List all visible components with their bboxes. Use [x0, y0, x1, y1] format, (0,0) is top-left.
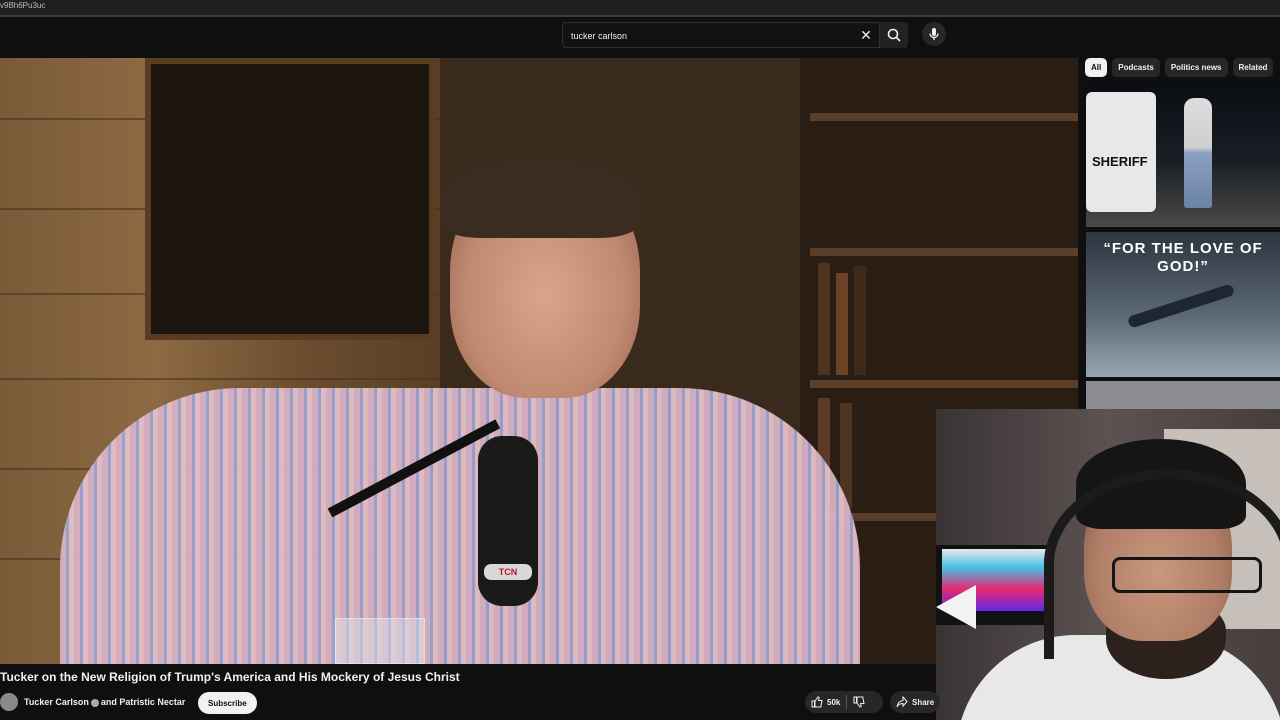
airplane-image	[1126, 283, 1236, 329]
video-player[interactable]: TCN	[0, 58, 1078, 664]
video-title: Tucker on the New Religion of Trump's Am…	[0, 670, 460, 684]
chip-related[interactable]: Related	[1232, 58, 1274, 77]
like-dislike-group: 50k	[805, 691, 883, 713]
presenter-shirt	[60, 388, 860, 664]
thumbs-up-icon	[811, 696, 823, 708]
arrow-shape	[936, 585, 976, 629]
search-icon	[887, 28, 901, 42]
microphone-icon	[929, 28, 939, 40]
thumbnail-text: “FOR THE LOVE OF GOD!”	[1103, 240, 1263, 275]
voice-search-button[interactable]	[922, 22, 946, 46]
studio-mic: TCN	[478, 436, 538, 606]
url-bar[interactable]: v9Bh6Pu3uc	[0, 0, 1280, 17]
close-icon[interactable]: ✕	[858, 26, 874, 44]
share-button[interactable]: Share	[890, 691, 941, 713]
related-video-thumbnail[interactable]	[1086, 381, 1280, 409]
dislike-button[interactable]	[847, 691, 871, 713]
mic-logo: TCN	[484, 564, 532, 580]
subscribe-button[interactable]: Subscribe	[198, 692, 257, 714]
headphones	[1044, 469, 1280, 659]
search-input[interactable]	[571, 28, 841, 44]
verified-icon	[90, 698, 99, 707]
thumbnail-text: SHERIFF	[1092, 154, 1148, 169]
search-button[interactable]	[880, 22, 908, 48]
avatar[interactable]	[0, 693, 18, 711]
like-count: 50k	[827, 697, 841, 707]
related-video-thumbnail[interactable]: SHERIFF	[1086, 82, 1280, 227]
presenter-hair	[440, 158, 640, 238]
channel-primary[interactable]: Tucker Carlson	[24, 697, 89, 707]
chip-all[interactable]: All	[1085, 58, 1108, 77]
channel-collab[interactable]: and Patristic Nectar	[101, 697, 186, 707]
url-text: v9Bh6Pu3uc	[0, 1, 46, 10]
search-box[interactable]	[562, 22, 880, 48]
video-meta: Tucker Carlson and Patristic Nectar Subsc…	[0, 690, 941, 714]
filter-chips: All Podcasts Politics news Related	[1085, 58, 1280, 78]
share-icon	[896, 696, 908, 708]
like-button[interactable]: 50k	[805, 691, 846, 713]
related-video-thumbnail[interactable]: “FOR THE LOVE OF GOD!”	[1086, 232, 1280, 377]
share-label: Share	[912, 697, 935, 707]
channel-name[interactable]: Tucker Carlson and Patristic Nectar	[24, 697, 185, 707]
sheriff-car	[1086, 92, 1156, 212]
thumbnail-person	[1184, 98, 1212, 208]
webcam-overlay	[936, 409, 1280, 720]
thumbs-down-icon	[853, 696, 865, 708]
chip-politics-news[interactable]: Politics news	[1164, 58, 1228, 77]
water-glass	[335, 618, 425, 664]
chip-podcasts[interactable]: Podcasts	[1112, 58, 1160, 77]
picture-frame	[145, 58, 435, 340]
